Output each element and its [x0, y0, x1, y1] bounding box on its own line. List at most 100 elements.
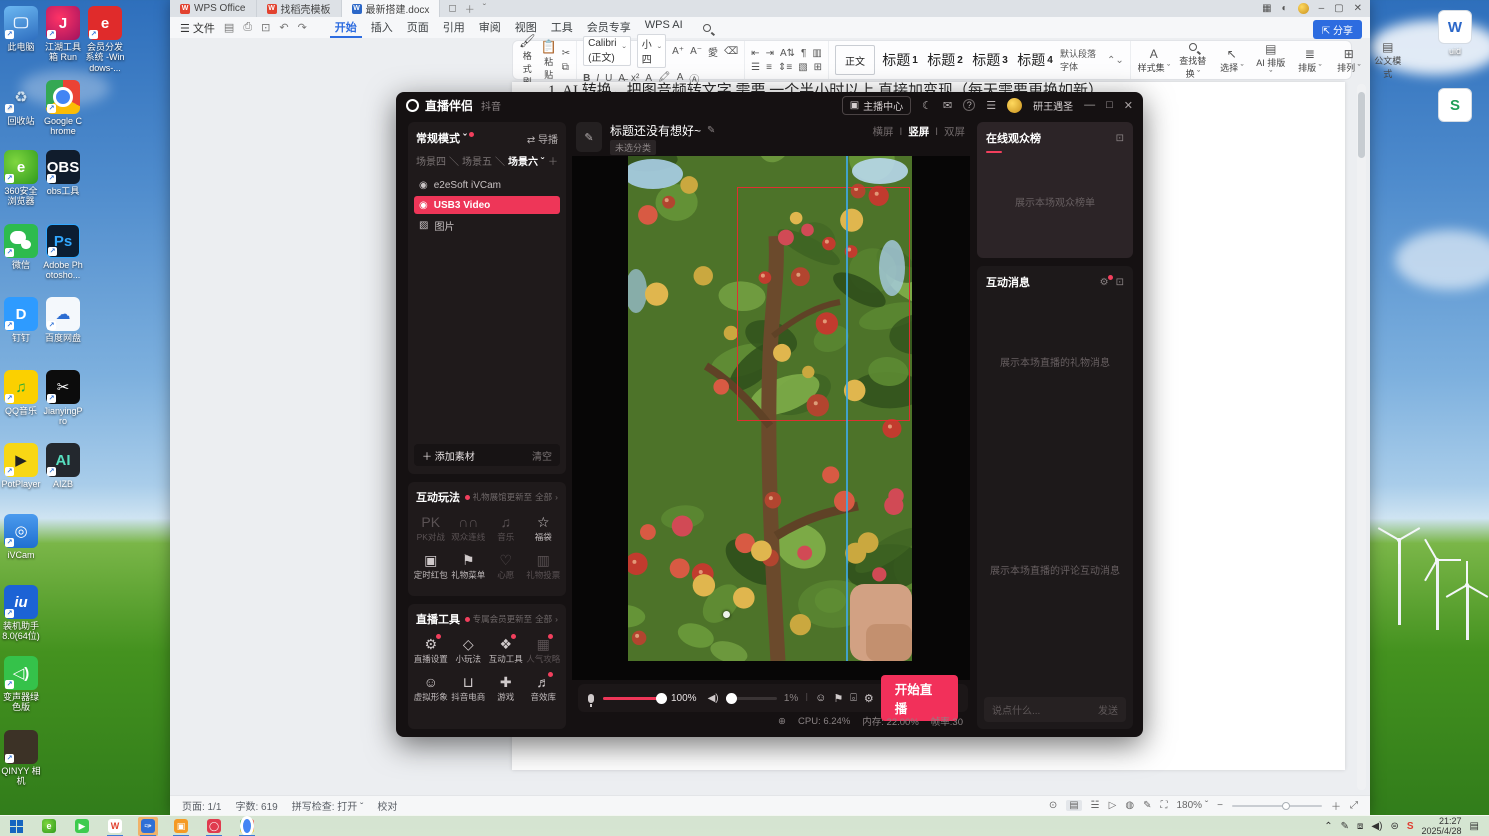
- camera-icon[interactable]: ⌻: [850, 692, 857, 705]
- close-button[interactable]: ✕: [1354, 3, 1362, 14]
- style-chip-4[interactable]: 标题 3: [970, 45, 1010, 75]
- maximize-button[interactable]: □: [1106, 99, 1113, 111]
- play-item-福袋[interactable]: ☆ 福袋: [525, 513, 563, 543]
- numbering-icon[interactable]: ⇥: [766, 48, 774, 59]
- member-update-link[interactable]: 专属会员更新至 全部 ›: [464, 613, 558, 625]
- popout-icon[interactable]: ⊡: [1116, 277, 1124, 288]
- zoom-in-button[interactable]: ＋: [1331, 798, 1341, 813]
- speaker-volume-slider[interactable]: [725, 692, 777, 704]
- taskbar-capcut[interactable]: [237, 817, 257, 836]
- add-scene-button[interactable]: ＋: [548, 153, 558, 168]
- ribbon-tool-公文模式[interactable]: ▤ 公文模式: [1371, 40, 1405, 80]
- tray-settings-icon[interactable]: ⊜: [1390, 821, 1398, 832]
- document-tab-3[interactable]: W 最新搭建.docx: [341, 0, 441, 17]
- print-icon[interactable]: ⎙: [243, 21, 252, 34]
- ribbon-tool-选择[interactable]: ↖ 选择 ˇ: [1215, 47, 1249, 74]
- style-chip-1[interactable]: 正文: [835, 45, 876, 75]
- desktop-icon-JianyingPro[interactable]: ✂ ↗ JianyingPro: [42, 370, 84, 427]
- ribbon-tab-工具[interactable]: 工具: [546, 18, 578, 38]
- theme-icon[interactable]: ☾: [922, 99, 932, 112]
- desktop-icon-obs工具[interactable]: OBS ↗ obs工具: [42, 150, 84, 196]
- ribbon-tab-引用[interactable]: 引用: [438, 18, 470, 38]
- anchor-center-button[interactable]: ▣ 主播中心: [841, 95, 912, 115]
- desktop-icon-PotPlayer[interactable]: ▶ ↗ PotPlayer: [0, 443, 42, 489]
- bullets-icon[interactable]: ⇤: [751, 48, 759, 59]
- border-icon[interactable]: ⊞: [814, 62, 822, 73]
- user-avatar[interactable]: [1007, 97, 1023, 113]
- desktop-icon-变声器绿色版[interactable]: ◁) ↗ 变声器绿色版: [0, 656, 42, 713]
- maximize-button[interactable]: ▢: [1334, 3, 1343, 14]
- undo-icon[interactable]: ↶: [279, 21, 288, 34]
- edit-icon[interactable]: ✎: [707, 125, 715, 136]
- microphone-icon[interactable]: [588, 693, 594, 707]
- line-spacing-icon[interactable]: ⇕≡: [778, 62, 792, 73]
- tray-sogou-icon[interactable]: S: [1407, 821, 1414, 832]
- copy-icon[interactable]: ⧉: [562, 62, 570, 73]
- paste-button[interactable]: 📋 粘贴: [541, 39, 557, 81]
- preview-icon[interactable]: ⊡: [261, 21, 270, 34]
- tool-item-小玩法[interactable]: ◇ 小玩法: [450, 635, 488, 665]
- scene-tab-2[interactable]: 场景五: [462, 153, 492, 168]
- tool-item-音效库[interactable]: ♬ 音效库: [525, 672, 563, 703]
- desktop-icon-微信[interactable]: ↗ 微信: [0, 224, 42, 270]
- file-menu[interactable]: ☰ 文件: [180, 20, 215, 36]
- popout-icon[interactable]: ⊡: [1116, 133, 1124, 144]
- taskbar-video-app[interactable]: ▶: [72, 817, 92, 836]
- desktop-icon-right-2[interactable]: S: [1434, 88, 1476, 124]
- play-view-icon[interactable]: ▷: [1109, 800, 1117, 811]
- eye-icon[interactable]: ⊙: [1049, 800, 1057, 811]
- ribbon-tab-页面[interactable]: 页面: [402, 18, 434, 38]
- desktop-icon-360安全浏览器[interactable]: e ↗ 360安全浏览器: [0, 150, 42, 207]
- status-spellcheck[interactable]: 拼写检查: 打开 ˇ: [292, 798, 364, 813]
- style-chip-5[interactable]: 标题 4: [1015, 45, 1055, 75]
- taskbar-360-browser[interactable]: e: [39, 817, 59, 836]
- comment-icon[interactable]: ◻: [448, 3, 456, 14]
- desktop-icon-装机助手 8.0(64位)[interactable]: iu ↗ 装机助手 8.0(64位): [0, 585, 42, 642]
- play-item-礼物投票[interactable]: ▥ 礼物投票: [525, 551, 563, 581]
- clear-button[interactable]: 清空: [532, 448, 552, 463]
- zoom-level[interactable]: 180% ˇ: [1176, 800, 1208, 811]
- tray-volume-icon[interactable]: ◀): [1371, 821, 1382, 832]
- fullscreen-icon[interactable]: ⤢: [1350, 800, 1358, 811]
- tool-item-互动工具[interactable]: ❖ 互动工具: [487, 634, 525, 665]
- tray-expand-icon[interactable]: ⌃: [1324, 821, 1332, 832]
- sort-icon[interactable]: A⇅: [780, 48, 795, 59]
- ribbon-tab-审阅[interactable]: 审阅: [474, 18, 506, 38]
- play-item-PK对战[interactable]: PK PK对战: [412, 513, 450, 543]
- align-center-icon[interactable]: ≡: [766, 62, 772, 73]
- decrease-font-icon[interactable]: A⁻: [690, 46, 702, 57]
- preview-canvas[interactable]: [572, 156, 970, 680]
- document-tab-2[interactable]: W 找稻壳模板: [257, 0, 342, 17]
- play-item-观众连线[interactable]: ∩∩ 观众连线: [450, 513, 488, 543]
- font-name-select[interactable]: Calibri (正文) ˇ: [583, 36, 631, 66]
- help-icon[interactable]: ?: [963, 99, 976, 111]
- new-tab-button[interactable]: ＋: [465, 1, 475, 16]
- director-button[interactable]: ⇄ 导播: [527, 131, 558, 146]
- desktop-icon-钉钉[interactable]: D ↗ 钉钉: [0, 297, 42, 343]
- style-chip-2[interactable]: 标题 1: [880, 45, 920, 75]
- send-button[interactable]: 发送: [1098, 702, 1118, 717]
- desktop-icon-AIZB[interactable]: AI ↗ AIZB: [42, 443, 84, 489]
- message-settings-icon[interactable]: ⚙: [1100, 274, 1113, 288]
- notification-icon[interactable]: ▤: [1470, 821, 1479, 832]
- style-chip-6[interactable]: 默认段落字体: [1060, 45, 1102, 75]
- close-button[interactable]: ✕: [1124, 99, 1133, 112]
- source-item-1[interactable]: ◉ e2eSoft iVCam: [414, 176, 560, 194]
- edit-mode-icon[interactable]: ✎: [1143, 800, 1151, 811]
- text-effect-icon[interactable]: 愛: [708, 44, 718, 59]
- tool-item-游戏[interactable]: ✚ 游戏: [487, 673, 525, 703]
- desktop-icon-江湖工具箱 Run[interactable]: J ↗ 江湖工具箱 Run: [42, 6, 84, 63]
- menu-icon[interactable]: ☰: [986, 99, 996, 112]
- ribbon-tool-查找替换[interactable]: 查找替换 ˇ: [1176, 40, 1210, 80]
- search-icon[interactable]: [702, 23, 711, 32]
- source-item-3[interactable]: ▨ 图片: [414, 216, 560, 234]
- scene-tab-3[interactable]: 场景六 ˇ: [508, 153, 544, 168]
- shading-icon[interactable]: ▧: [798, 62, 807, 73]
- speaker-icon[interactable]: ◀): [708, 693, 719, 704]
- desktop-icon-百度网盘[interactable]: ☁ ↗ 百度网盘: [42, 297, 84, 343]
- desktop-icon-iVCam[interactable]: ◎ ↗ iVCam: [0, 514, 42, 560]
- scene-tab-1[interactable]: 场景四: [416, 153, 446, 168]
- font-size-select[interactable]: 小四 ˇ: [636, 34, 667, 68]
- desktop-icon-会员分发系统 -Windows-...[interactable]: e ↗ 会员分发系统 -Windows-...: [84, 6, 126, 73]
- taskbar-live-companion[interactable]: ✑: [138, 816, 158, 836]
